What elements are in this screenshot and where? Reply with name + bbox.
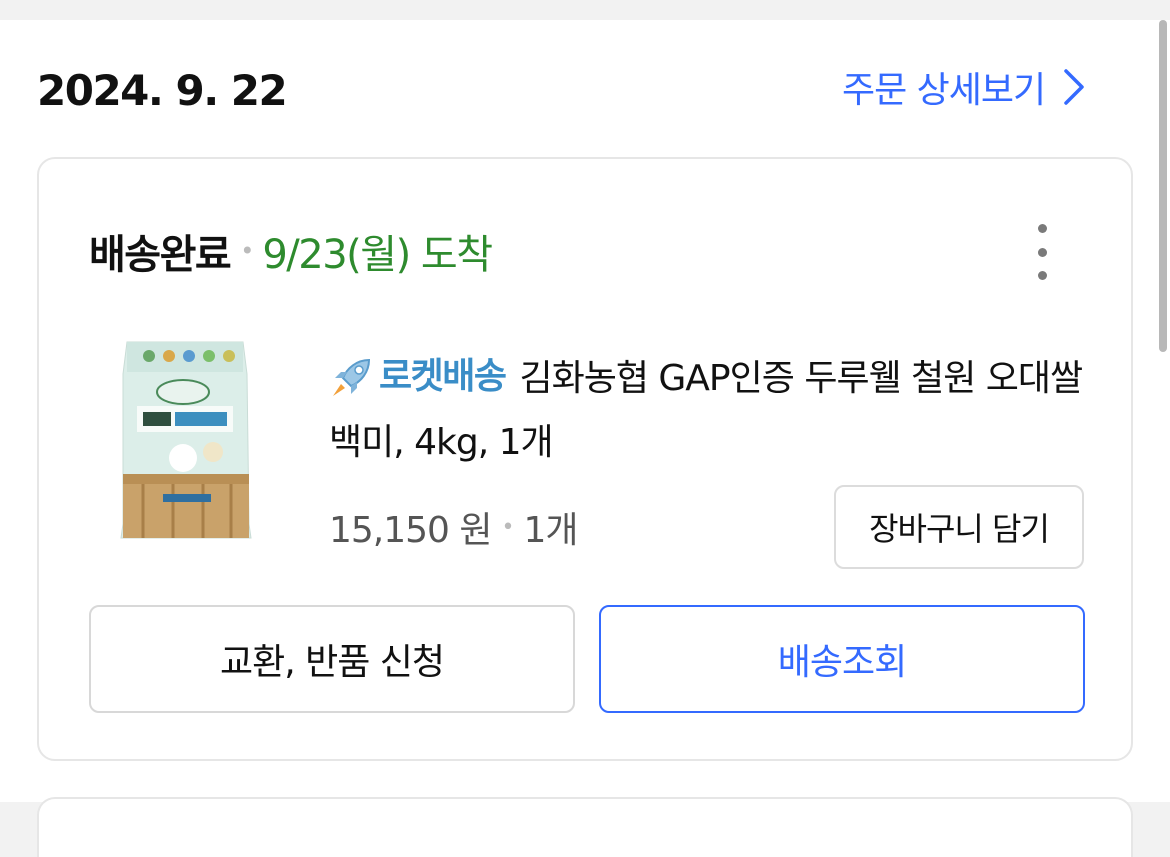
track-delivery-button[interactable]: 배송조회 xyxy=(599,605,1085,713)
rocket-icon xyxy=(333,358,371,396)
scrollbar[interactable] xyxy=(1159,20,1167,352)
chevron-right-icon xyxy=(1064,69,1084,105)
separator-dot: • xyxy=(240,237,255,265)
order-detail-link[interactable]: 주문 상세보기 xyxy=(842,62,1085,112)
price-row: 15,150 원 • 1개 xyxy=(329,499,579,555)
rocket-delivery-badge: 로켓배송 xyxy=(329,345,519,409)
order-detail-label: 주문 상세보기 xyxy=(842,70,1046,111)
separator-dot: • xyxy=(501,514,515,540)
product-image[interactable] xyxy=(113,334,257,544)
arrival-date: 9/23(월) 도착 xyxy=(262,232,493,278)
add-to-cart-button[interactable]: 장바구니 담기 xyxy=(834,485,1084,569)
rocket-delivery-label: 로켓배송 xyxy=(379,356,507,397)
order-card: 배송완료 • 9/23(월) 도착 로켓배송 김화농협 GAP인증 두루웰 철원… xyxy=(37,157,1133,761)
product-title-block[interactable]: 로켓배송 김화농협 GAP인증 두루웰 철원 오대쌀 백미, 4kg, 1개 xyxy=(329,347,1099,475)
delivery-status: 배송완료 xyxy=(89,232,232,278)
exchange-return-button[interactable]: 교환, 반품 신청 xyxy=(89,605,575,713)
more-vertical-icon[interactable] xyxy=(1029,224,1055,280)
order-date: 2024. 9. 22 xyxy=(37,66,288,115)
next-order-card xyxy=(37,797,1133,857)
product-price: 15,150 원 xyxy=(329,510,493,551)
delivery-status-row: 배송완료 • 9/23(월) 도착 xyxy=(89,221,493,281)
order-list-page: 2024. 9. 22 주문 상세보기 배송완료 • 9/23(월) 도착 로켓… xyxy=(0,20,1170,857)
product-quantity: 1개 xyxy=(523,510,579,551)
